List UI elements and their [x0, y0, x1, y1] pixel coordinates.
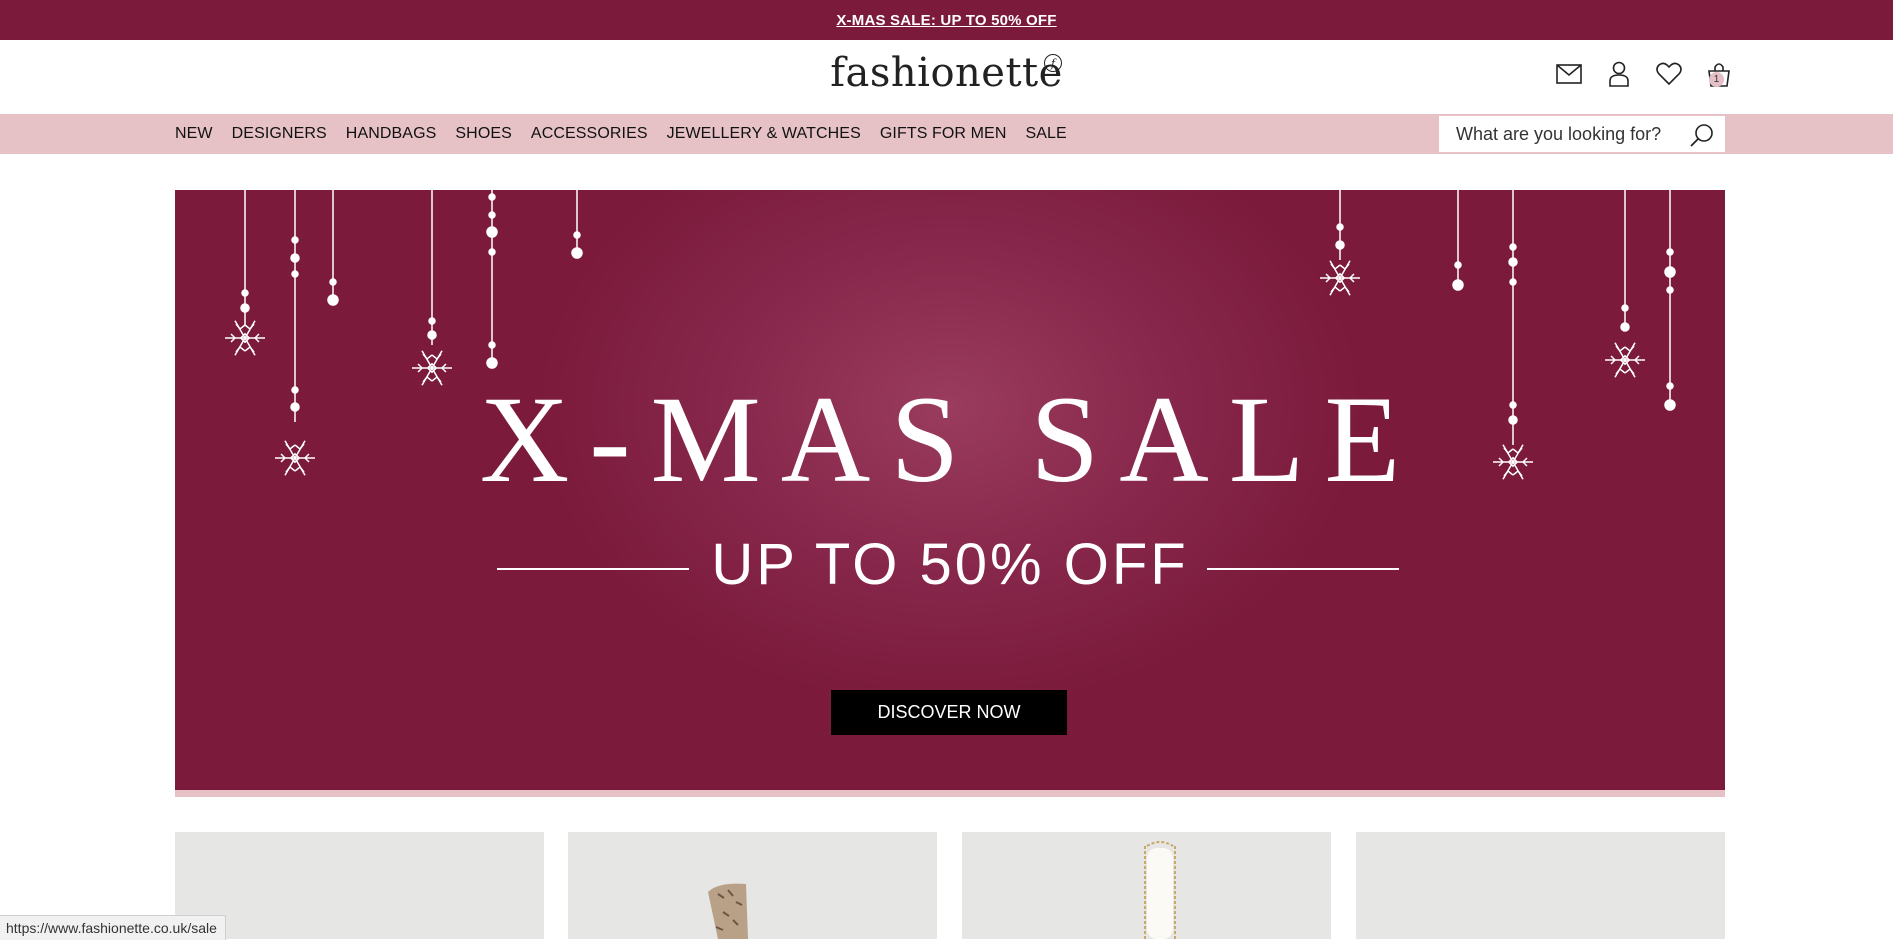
nav-item-gifts-for-men[interactable]: GIFTS FOR MEN — [880, 125, 1007, 143]
cart-icon[interactable]: 1 — [1705, 60, 1733, 88]
cart-count-badge: 1 — [1709, 72, 1724, 87]
hero-bottom-strip — [175, 790, 1725, 797]
logo-mark: f — [1044, 54, 1062, 72]
nav-item-sale[interactable]: SALE — [1026, 125, 1067, 143]
main-nav: NEW DESIGNERS HANDBAGS SHOES ACCESSORIES… — [0, 114, 1893, 154]
product-card-3[interactable] — [962, 832, 1331, 939]
status-bar-url: https://www.fashionette.co.uk/sale — [0, 915, 226, 940]
heart-icon[interactable] — [1655, 60, 1683, 88]
nav-item-shoes[interactable]: SHOES — [455, 125, 512, 143]
search-input[interactable] — [1454, 122, 1678, 146]
hero-banner[interactable]: X-MAS SALE UP TO 50% OFF DISCOVER NOW — [175, 190, 1725, 790]
nav-item-jewellery-watches[interactable]: JEWELLERY & WATCHES — [667, 125, 861, 143]
nav-item-designers[interactable]: DESIGNERS — [232, 125, 327, 143]
site-header: fashionette f 1 — [0, 40, 1893, 114]
hero-subtitle: UP TO 50% OFF — [711, 532, 1189, 597]
search-icon[interactable] — [1689, 122, 1715, 148]
product-card-4[interactable] — [1356, 832, 1725, 939]
nav-item-accessories[interactable]: ACCESSORIES — [531, 125, 648, 143]
snake-bag-image — [708, 883, 748, 939]
product-card-1[interactable] — [175, 832, 544, 939]
promo-bar: X-MAS SALE: UP TO 50% OFF — [0, 0, 1893, 40]
hero-title: X-MAS SALE — [479, 371, 1421, 508]
nav-menu: NEW DESIGNERS HANDBAGS SHOES ACCESSORIES… — [175, 114, 1086, 154]
mail-icon[interactable] — [1555, 60, 1583, 88]
nav-item-handbags[interactable]: HANDBAGS — [346, 125, 437, 143]
white-bag-image — [1144, 841, 1176, 939]
hero-divider-right — [1207, 568, 1399, 570]
nav-item-new[interactable]: NEW — [175, 125, 213, 143]
product-card-2[interactable] — [568, 832, 937, 939]
header-icons: 1 — [1555, 60, 1733, 88]
product-grid — [175, 832, 1725, 939]
promo-link[interactable]: X-MAS SALE: UP TO 50% OFF — [836, 12, 1056, 29]
search-box — [1439, 116, 1725, 152]
user-icon[interactable] — [1605, 60, 1633, 88]
discover-now-button[interactable]: DISCOVER NOW — [831, 690, 1067, 735]
